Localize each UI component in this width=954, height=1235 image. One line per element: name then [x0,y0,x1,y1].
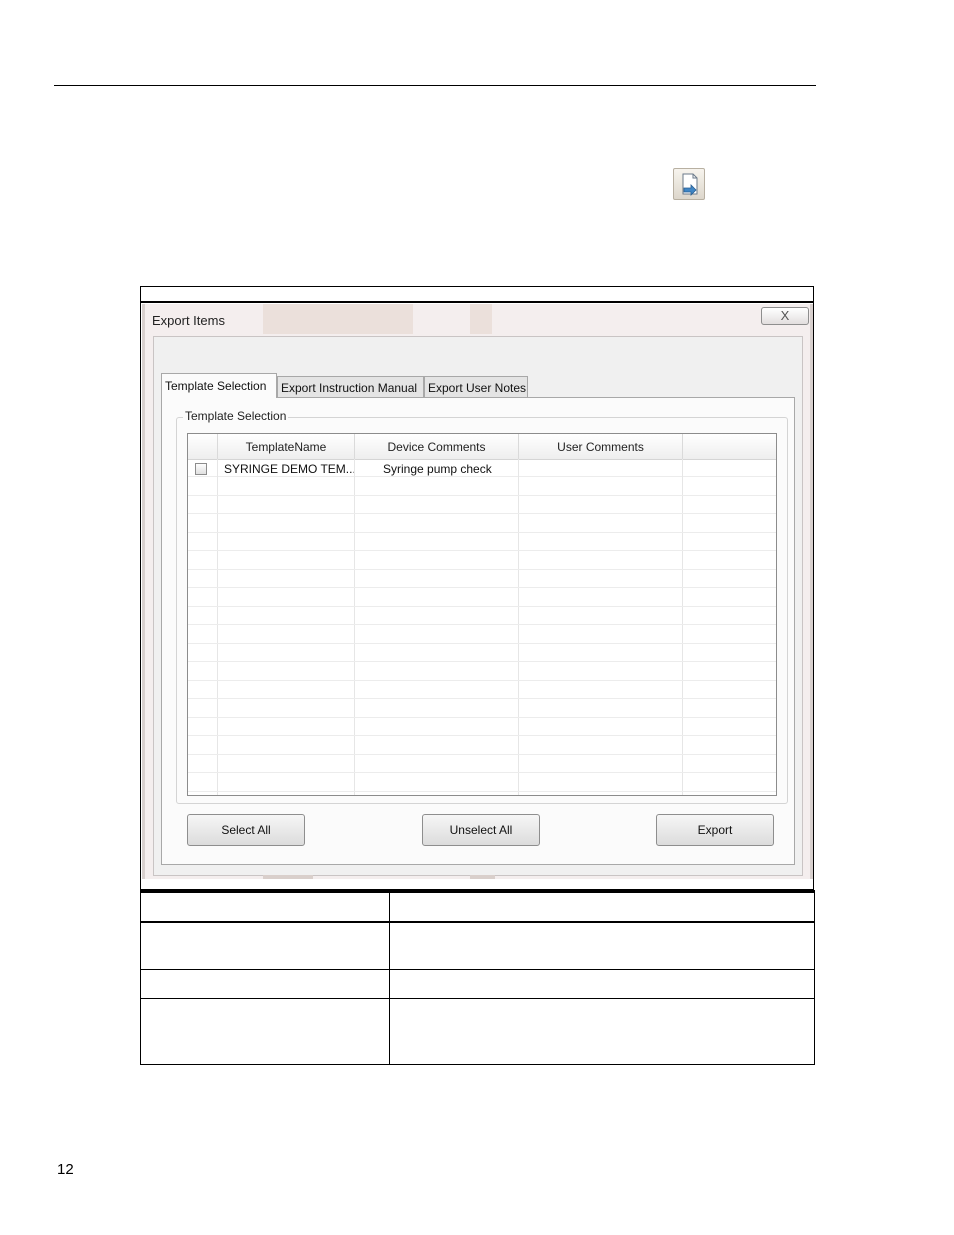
tab-export-user-notes[interactable]: Export User Notes [424,376,528,397]
empty-row [188,700,776,718]
tab-panel: Template Selection TemplateName Device C… [161,397,795,865]
table-cell [389,998,815,1065]
table-cell [140,921,390,970]
row-checkbox[interactable] [195,463,207,475]
header-user-comments[interactable]: User Comments [519,434,683,459]
header-select-column [188,434,218,459]
header-template-name[interactable]: TemplateName [218,434,355,459]
table-cell [140,969,390,999]
table-cell [389,921,815,970]
description-table [140,890,815,1065]
dialog-title: Export Items [152,313,225,328]
empty-row [188,681,776,699]
close-button[interactable]: X [761,307,809,325]
select-all-button[interactable]: Select All [187,814,305,846]
cell-template-name: SYRINGE DEMO TEM... [224,462,356,476]
background-blur [470,304,492,334]
empty-row [188,607,776,625]
empty-row [188,496,776,514]
empty-row [188,663,776,681]
empty-row [188,552,776,570]
table-row [140,921,815,970]
table-cell [140,890,390,923]
export-button[interactable]: Export [656,814,774,846]
grid-body: SYRINGE DEMO TEM... Syringe pump check [188,459,776,795]
empty-row [188,570,776,588]
empty-row [188,589,776,607]
tab-export-instruction-manual[interactable]: Export Instruction Manual [277,376,424,397]
tab-template-selection[interactable]: Template Selection [161,373,277,398]
dialog-client-area: Template Selection Export Instruction Ma… [153,336,803,876]
group-label: Template Selection [183,409,289,423]
figure-frame: Export Items X Template Selection Export… [140,286,814,890]
background-blur [263,304,413,334]
table-cell [140,998,390,1065]
cell-device-comments: Syringe pump check [383,462,492,476]
figure-rule [141,301,813,303]
export-icon [673,168,705,200]
close-icon: X [780,308,790,323]
table-cell [389,890,815,923]
empty-row [188,478,776,496]
header-device-comments[interactable]: Device Comments [355,434,519,459]
background-blur [263,875,313,879]
table-header-row [140,890,815,923]
export-items-dialog: Export Items X Template Selection Export… [142,304,813,879]
empty-row [188,515,776,533]
empty-row [188,644,776,662]
table-row [140,998,815,1065]
grid-header: TemplateName Device Comments User Commen… [188,434,776,460]
empty-row [188,718,776,736]
table-row [140,969,815,999]
template-selection-group: Template Selection TemplateName Device C… [176,409,788,804]
empty-row [188,737,776,755]
table-row[interactable]: SYRINGE DEMO TEM... Syringe pump check [188,459,776,477]
empty-row [188,755,776,773]
header-rule [54,85,816,86]
empty-row [188,533,776,551]
unselect-all-button[interactable]: Unselect All [422,814,540,846]
page-number: 12 [57,1161,74,1178]
table-cell [389,969,815,999]
background-blur [470,875,495,879]
template-grid[interactable]: TemplateName Device Comments User Commen… [187,433,777,796]
empty-row [188,626,776,644]
empty-row [188,774,776,792]
